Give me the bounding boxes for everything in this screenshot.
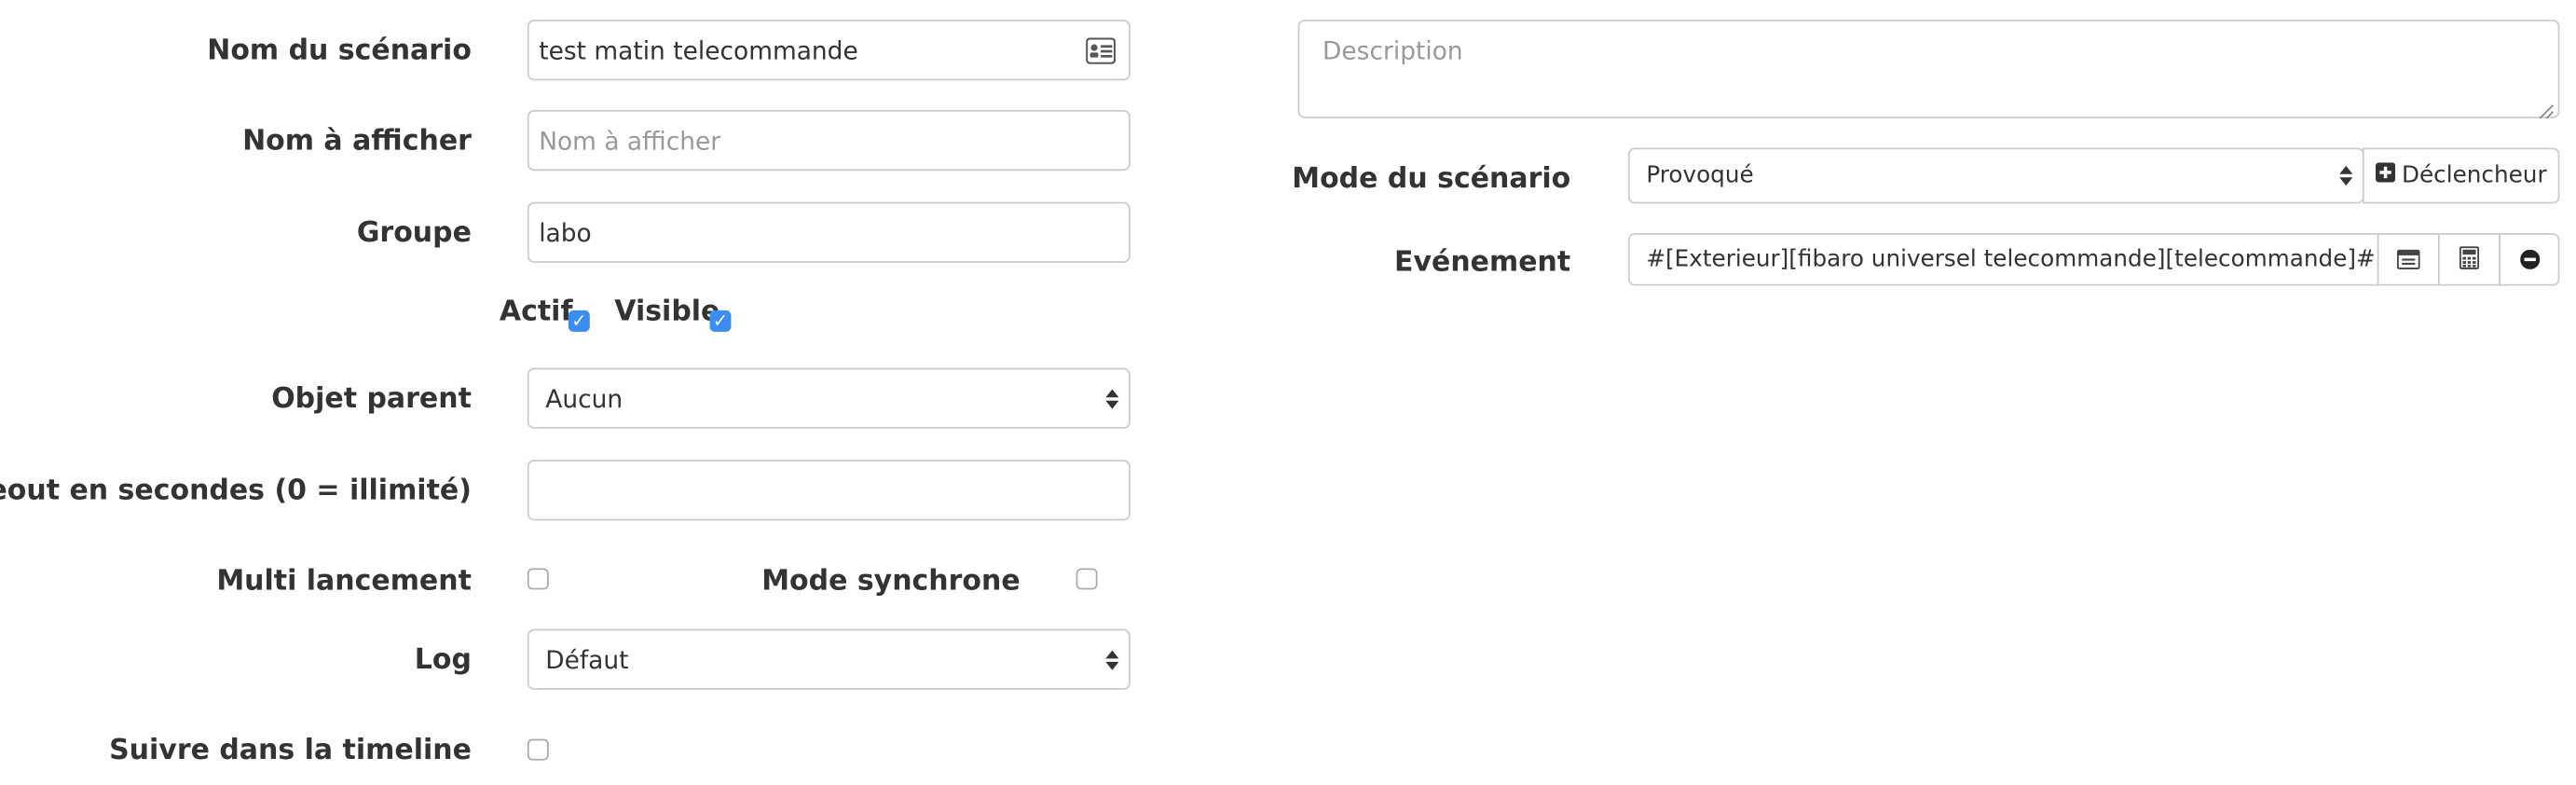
mode-synchrone-label: Mode synchrone xyxy=(761,564,1021,599)
nom-afficher-placeholder: Nom à afficher xyxy=(539,125,721,156)
objet-parent-value: Aucun xyxy=(545,383,623,414)
mode-synchrone-checkbox[interactable] xyxy=(1076,568,1098,590)
actif-label: Actif xyxy=(499,296,573,329)
groupe-input[interactable]: labo xyxy=(527,201,1130,263)
multi-lancement-checkbox[interactable] xyxy=(527,568,549,590)
resize-grip-icon[interactable] xyxy=(2539,97,2555,119)
log-value: Défaut xyxy=(545,644,629,675)
sort-arrows-icon xyxy=(1105,388,1119,408)
timeout-label: Timeout en secondes (0 = illimité) xyxy=(0,475,472,508)
actif-checkbox[interactable]: ✓ xyxy=(568,310,590,332)
evenement-value: #[Exterieur][fibaro universel telecomman… xyxy=(1646,246,2376,273)
nom-afficher-input[interactable]: Nom à afficher xyxy=(527,110,1130,172)
declencheur-label: Déclencheur xyxy=(2401,162,2547,189)
mode-scenario-value: Provoqué xyxy=(1646,162,1754,189)
description-textarea[interactable]: Description xyxy=(1297,20,2560,119)
plus-square-icon xyxy=(2375,162,2395,188)
evenement-calc-button[interactable] xyxy=(2437,233,2501,286)
evenement-remove-button[interactable] xyxy=(2499,233,2560,286)
timeline-checkbox[interactable] xyxy=(527,738,549,761)
mode-scenario-select[interactable]: Provoqué xyxy=(1627,147,2364,204)
visible-label: Visible xyxy=(614,296,720,329)
sort-arrows-icon xyxy=(2339,165,2353,186)
list-icon xyxy=(2396,244,2420,275)
evenement-label: Evénement xyxy=(1394,246,1571,280)
id-card-icon xyxy=(1086,37,1117,73)
nom-afficher-label: Nom à afficher xyxy=(242,124,472,158)
groupe-label: Groupe xyxy=(356,216,472,250)
groupe-value: labo xyxy=(539,217,592,248)
nom-scenario-label: Nom du scénario xyxy=(207,34,472,68)
description-placeholder: Description xyxy=(1322,35,1463,66)
timeline-label: Suivre dans la timeline xyxy=(109,734,472,767)
log-label: Log xyxy=(414,643,472,677)
visible-checkbox[interactable]: ✓ xyxy=(709,310,732,332)
minus-circle-icon xyxy=(2519,244,2540,275)
evenement-list-button[interactable] xyxy=(2377,233,2440,286)
sort-arrows-icon xyxy=(1105,649,1119,669)
multi-lancement-label: Multi lancement xyxy=(216,564,472,599)
mode-scenario-label: Mode du scénario xyxy=(1292,162,1571,196)
evenement-input[interactable]: #[Exterieur][fibaro universel telecomman… xyxy=(1627,233,2379,286)
objet-parent-label: Objet parent xyxy=(271,382,472,416)
nom-scenario-value: test matin telecommande xyxy=(539,34,858,65)
log-select[interactable]: Défaut xyxy=(527,628,1130,690)
declencheur-button[interactable]: Déclencheur xyxy=(2362,147,2560,204)
objet-parent-select[interactable]: Aucun xyxy=(527,367,1130,429)
timeout-input[interactable] xyxy=(527,460,1130,521)
nom-scenario-input[interactable]: test matin telecommande xyxy=(527,20,1130,81)
calculator-icon xyxy=(2459,244,2480,275)
